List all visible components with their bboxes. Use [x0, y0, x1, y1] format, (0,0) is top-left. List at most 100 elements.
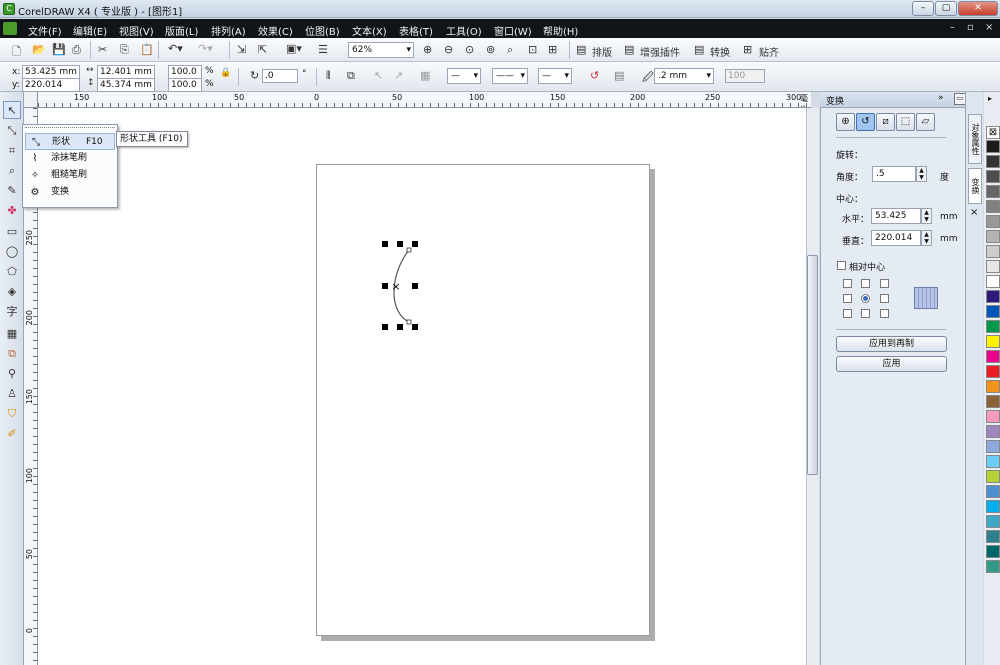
end-arrow-select[interactable]: —	[538, 68, 572, 84]
color-swatch[interactable]	[986, 515, 1000, 528]
color-swatch[interactable]	[986, 410, 1000, 423]
start-node[interactable]	[406, 247, 412, 253]
selection-handle[interactable]	[397, 324, 403, 330]
color-swatch[interactable]	[986, 140, 1000, 153]
color-swatch[interactable]	[986, 440, 1000, 453]
horizontal-ruler[interactable]: 150 100 50 0 50 100 150 200 250 300 毫米	[38, 92, 811, 108]
anchor-checkbox[interactable]	[861, 279, 870, 288]
menu-help[interactable]: 帮助(H)	[543, 23, 578, 38]
crop-tool-icon[interactable]: ⌗	[3, 142, 21, 160]
anchor-center-radio[interactable]	[861, 294, 870, 303]
redo-icon[interactable]: ↷▾	[198, 42, 213, 55]
tab-object-properties[interactable]: 对象属性	[968, 114, 982, 164]
apply-button[interactable]: 应用	[836, 356, 947, 372]
zoom-out-icon[interactable]: ⊖	[444, 43, 453, 56]
zoom-page-icon[interactable]: ⌕	[507, 43, 513, 57]
basic-shapes-tool-icon[interactable]: ◈	[3, 283, 21, 301]
ellipse-tool-icon[interactable]: ◯	[3, 243, 21, 261]
color-swatch[interactable]	[986, 260, 1000, 273]
zoom-width-icon[interactable]: ⊡	[528, 43, 537, 56]
color-swatch[interactable]	[986, 455, 1000, 468]
selection-handle[interactable]	[382, 241, 388, 247]
menu-table[interactable]: 表格(T)	[399, 23, 433, 38]
color-swatch[interactable]	[986, 560, 1000, 573]
size-tab-icon[interactable]: ⬚	[896, 113, 915, 131]
height-field[interactable]: 45.374 mm	[97, 78, 155, 92]
start-arrow-select[interactable]: —	[447, 68, 481, 84]
reverse-direction-icon[interactable]: ↺	[590, 69, 599, 82]
document-icon[interactable]	[3, 22, 17, 35]
menu-edit[interactable]: 编辑(E)	[73, 23, 107, 38]
doc-close-button[interactable]: ×	[985, 22, 993, 33]
selection-handle[interactable]	[412, 324, 418, 330]
anchor-checkbox[interactable]	[880, 279, 889, 288]
menu-text[interactable]: 文本(X)	[352, 23, 387, 38]
zoom-selected-icon[interactable]: ⊙	[465, 43, 474, 56]
anchor-checkbox[interactable]	[880, 294, 889, 303]
scale-mirror-tab-icon[interactable]: ⧄	[876, 113, 895, 131]
selection-handle[interactable]	[412, 283, 418, 289]
color-swatch[interactable]	[986, 275, 1000, 288]
ruler-corner[interactable]	[24, 92, 38, 108]
zoom-in-icon[interactable]: ⊕	[423, 43, 432, 56]
document-page[interactable]	[316, 164, 650, 636]
menu-arrange[interactable]: 排列(A)	[211, 23, 246, 38]
text-tool-icon[interactable]: 字	[3, 303, 21, 321]
flyout-item-shape[interactable]: ⤡ 形状 F10	[25, 133, 115, 150]
mirror-v-icon[interactable]: ⧉	[347, 69, 355, 83]
maximize-button[interactable]: ▢	[935, 1, 957, 16]
selection-handle[interactable]	[412, 241, 418, 247]
color-swatch[interactable]	[986, 245, 1000, 258]
curve-smoothness-field[interactable]: 100	[725, 69, 765, 83]
anchor-checkbox[interactable]	[861, 309, 870, 318]
export-icon[interactable]: ⇱	[258, 43, 267, 56]
menu-tools[interactable]: 工具(O)	[446, 23, 482, 38]
color-swatch[interactable]	[986, 545, 1000, 558]
anchor-checkbox[interactable]	[880, 309, 889, 318]
eyedropper-tool-icon[interactable]: ⚲	[3, 365, 21, 383]
zoom-tool-icon[interactable]: ⌕	[3, 162, 21, 180]
scale-y-field[interactable]: 100.0	[168, 78, 202, 92]
convert-button[interactable]: 转换	[710, 44, 730, 59]
center-y-spinner[interactable]: ▲ ▼	[921, 230, 932, 246]
freehand-tool-icon[interactable]: ✎	[3, 182, 21, 200]
center-y-input[interactable]: 220.014	[871, 230, 921, 246]
cut-icon[interactable]: ✂	[98, 43, 107, 56]
connect-nodes-icon[interactable]: ↖	[374, 69, 383, 82]
open-icon[interactable]: 📂	[32, 43, 46, 56]
interactive-fill-tool-icon[interactable]: ✐	[3, 425, 21, 443]
color-swatch[interactable]	[986, 305, 1000, 318]
selection-handle[interactable]	[382, 324, 388, 330]
shape-tool-icon[interactable]: ⤡	[3, 122, 21, 140]
angle-input[interactable]: .5	[872, 166, 916, 182]
snap-button[interactable]: 贴齐	[759, 44, 779, 59]
undo-icon[interactable]: ↶▾	[168, 42, 183, 55]
color-swatch[interactable]	[986, 485, 1000, 498]
color-swatch[interactable]	[986, 200, 1000, 213]
menu-view[interactable]: 视图(V)	[119, 23, 154, 38]
color-swatch[interactable]	[986, 230, 1000, 243]
docker-expand-button[interactable]: »	[938, 93, 944, 103]
x-position-field[interactable]: 53.425 mm	[22, 65, 80, 79]
combine-icon[interactable]: ▦	[420, 69, 430, 82]
color-swatch[interactable]	[986, 320, 1000, 333]
menu-bitmaps[interactable]: 位图(B)	[305, 23, 340, 38]
line-style-select[interactable]: ——	[492, 68, 528, 84]
color-swatch[interactable]	[986, 500, 1000, 513]
doc-restore-button[interactable]: ▫	[967, 22, 974, 33]
zoom-all-icon[interactable]: ⊚	[486, 43, 495, 56]
center-x-spinner[interactable]: ▲ ▼	[921, 208, 932, 224]
zoom-height-icon[interactable]: ⊞	[548, 43, 557, 56]
apply-to-duplicate-button[interactable]: 应用到再制	[836, 336, 947, 352]
mirror-h-icon[interactable]: ⫴	[326, 69, 331, 83]
flyout-item-transform[interactable]: ⚙ 变换	[25, 184, 115, 201]
center-x-input[interactable]: 53.425	[871, 208, 921, 224]
outline-tool-icon[interactable]: ♙	[3, 385, 21, 403]
color-swatch[interactable]	[986, 335, 1000, 348]
color-swatch[interactable]	[986, 350, 1000, 363]
color-swatch[interactable]	[986, 530, 1000, 543]
scale-x-field[interactable]: 100.0	[168, 65, 202, 79]
copy-icon[interactable]: ⎘	[120, 43, 129, 57]
menu-file[interactable]: 文件(F)	[28, 23, 62, 38]
angle-spinner[interactable]: ▲ ▼	[916, 166, 927, 182]
